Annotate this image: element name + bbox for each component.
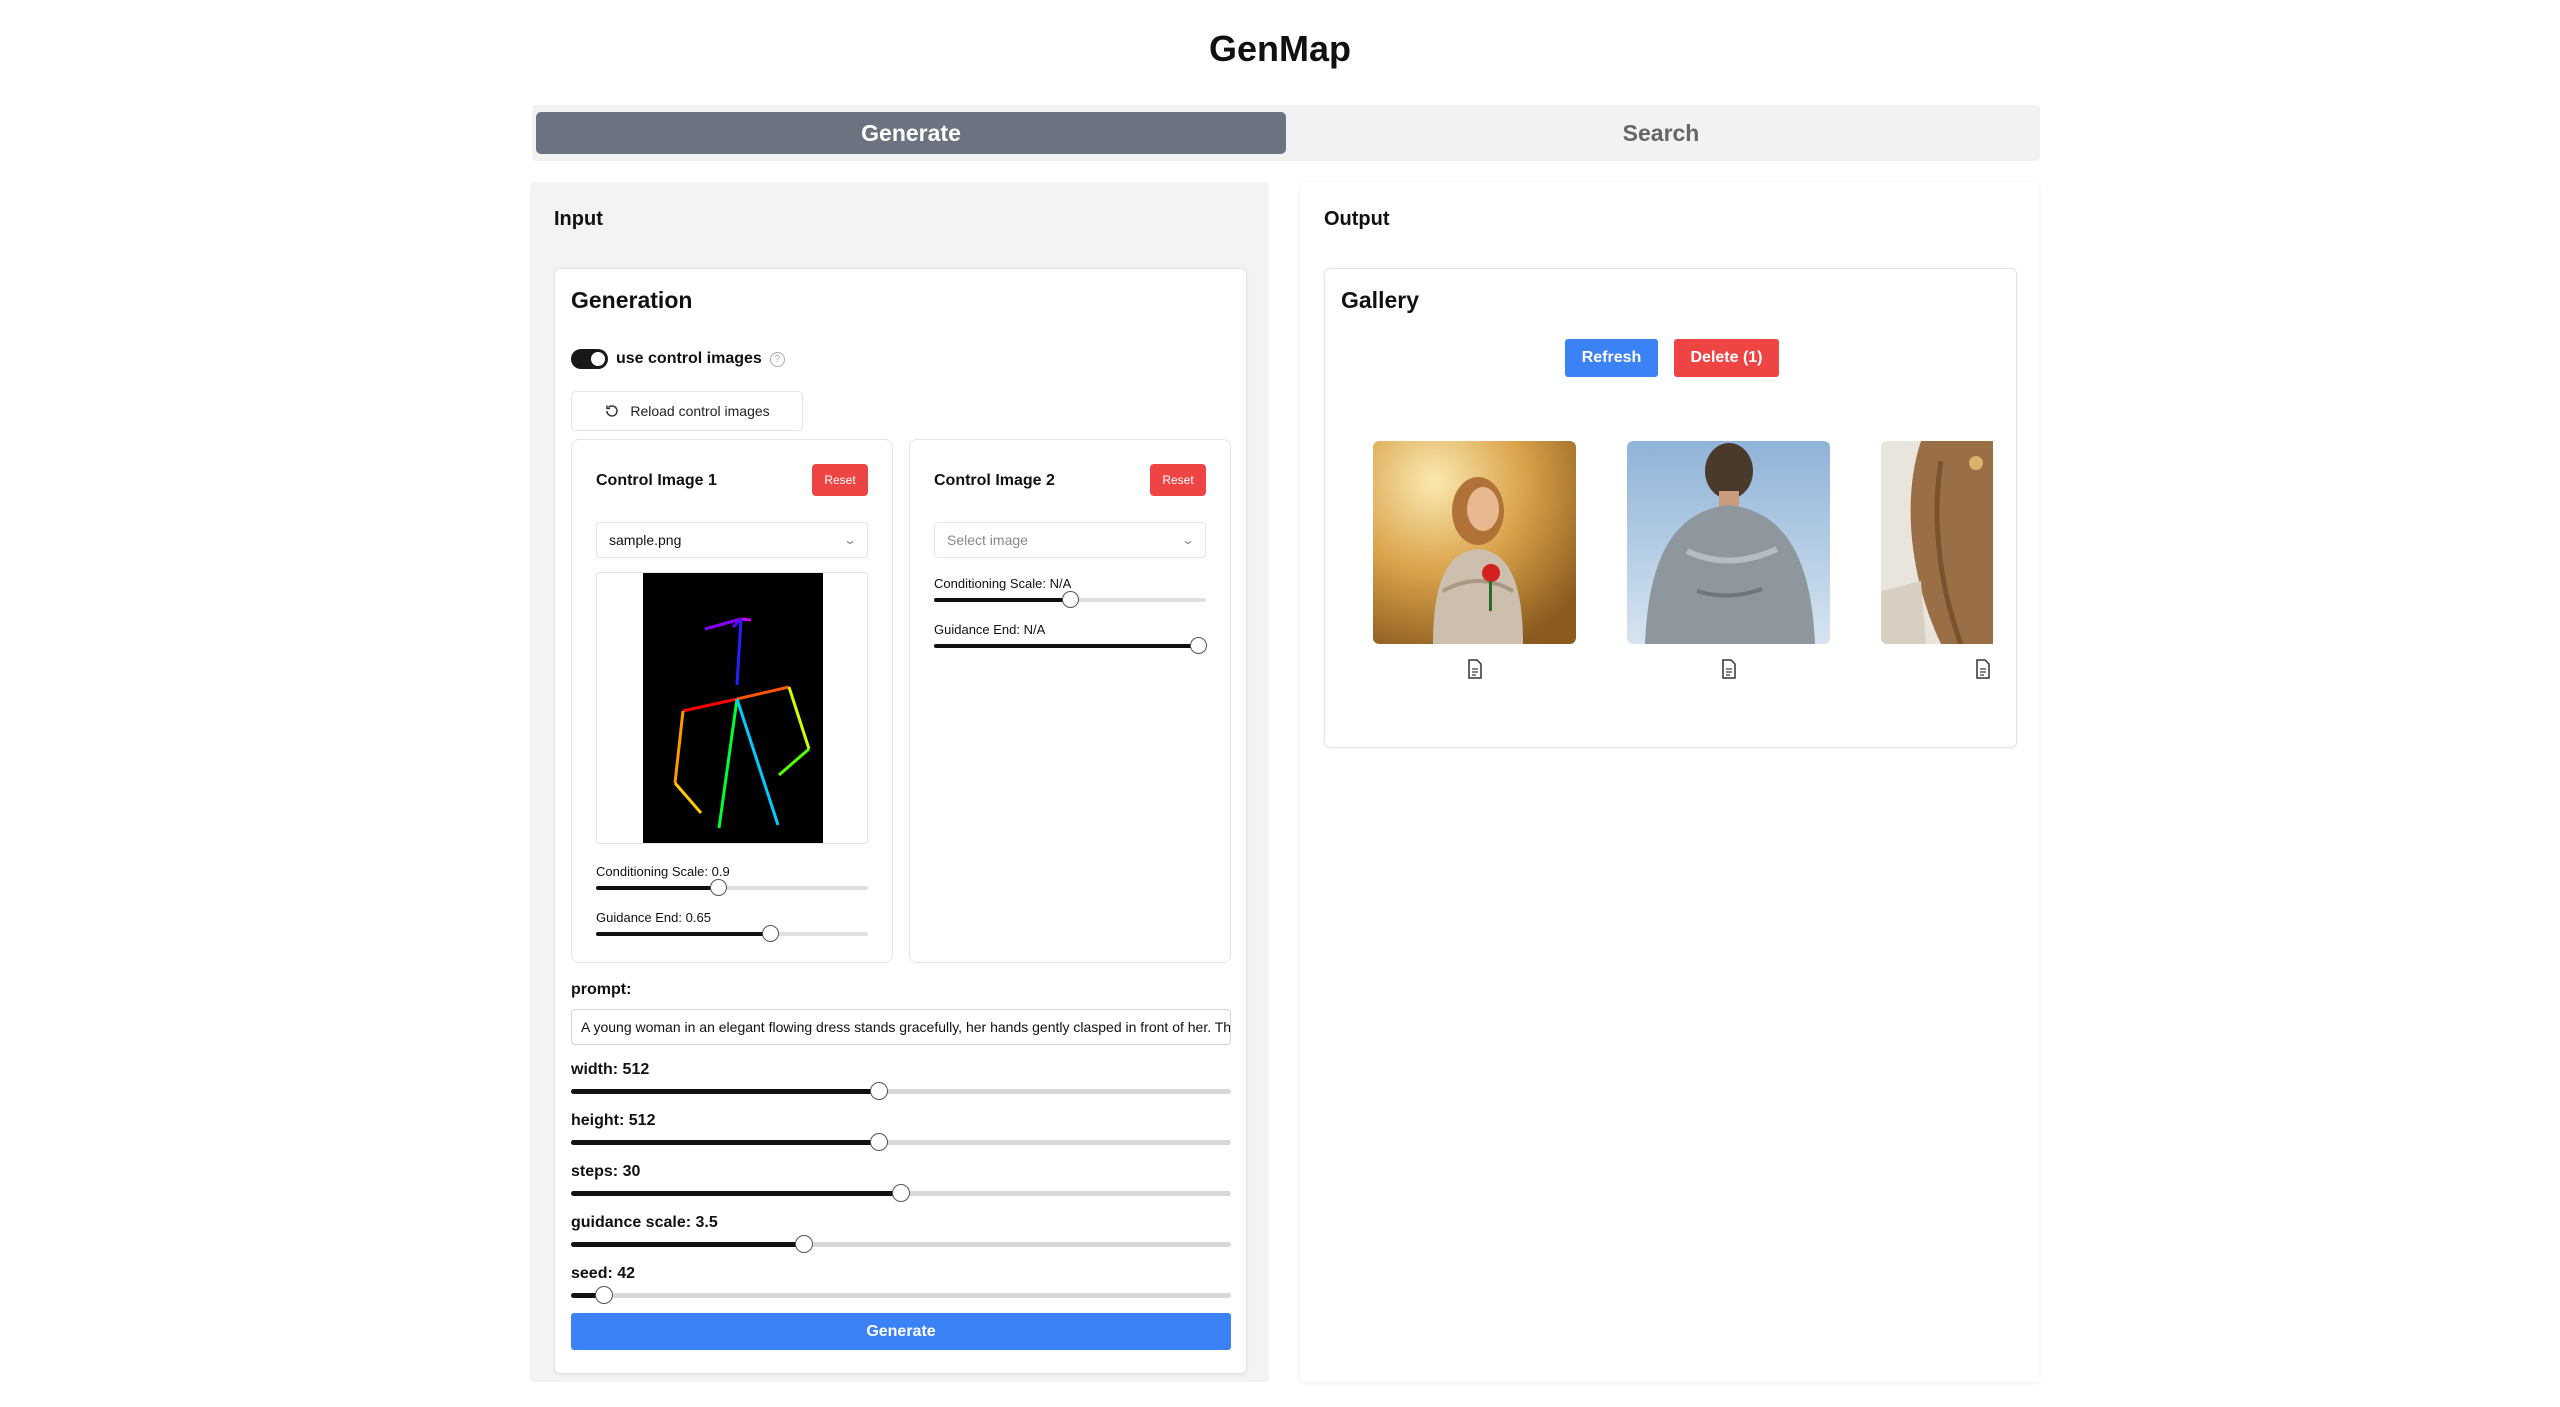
document-icon[interactable]	[1975, 659, 1991, 679]
width-slider[interactable]	[571, 1082, 1231, 1100]
control-image-1-card: Control Image 1 Reset sample.png ⌄ Condi…	[571, 439, 893, 963]
slider-thumb[interactable]	[710, 879, 728, 896]
control-image-1-selected: sample.png	[609, 532, 682, 548]
height-slider[interactable]	[571, 1133, 1231, 1151]
chevron-down-icon: ⌄	[842, 533, 858, 547]
use-control-images-toggle[interactable]	[571, 349, 608, 369]
input-panel-title: Input	[554, 208, 603, 230]
slider-fill	[596, 886, 719, 890]
slider-thumb[interactable]	[762, 925, 780, 942]
delete-button[interactable]: Delete (1)	[1674, 339, 1779, 377]
input-panel: Input Generation use control images ? Re…	[530, 182, 1269, 1382]
app-title: GenMap	[1208, 28, 1351, 69]
slider-fill	[571, 1089, 880, 1094]
slider-thumb[interactable]	[794, 1235, 813, 1253]
generation-card: Generation use control images ? Reload c…	[554, 268, 1247, 1374]
control-image-2-conditioning-label: Conditioning Scale: N/A	[934, 576, 1072, 591]
gallery-title: Gallery	[1341, 287, 1419, 313]
control-image-2-guidance-end-slider[interactable]	[934, 637, 1207, 654]
slider-fill	[571, 1191, 901, 1196]
chevron-down-icon: ⌄	[1180, 533, 1196, 547]
control-image-1-preview	[596, 572, 868, 844]
tab-search[interactable]: Search	[1286, 112, 2036, 154]
slider-thumb[interactable]	[870, 1082, 889, 1100]
control-image-2-placeholder: Select image	[947, 532, 1028, 548]
control-image-2-select[interactable]: Select image ⌄	[934, 522, 1206, 558]
control-image-1-guidance-end-slider[interactable]	[596, 925, 868, 942]
slider-thumb[interactable]	[595, 1286, 613, 1304]
control-image-2-conditioning-slider[interactable]	[934, 591, 1206, 608]
control-image-1-title: Control Image 1	[596, 472, 717, 489]
steps-label: steps: 30	[571, 1163, 641, 1180]
pose-skeleton-image	[643, 573, 823, 843]
generate-button[interactable]: Generate	[571, 1313, 1231, 1350]
help-icon[interactable]: ?	[769, 351, 785, 367]
gallery-thumbnail[interactable]	[1627, 441, 1830, 644]
reload-control-images-button[interactable]: Reload control images	[571, 391, 803, 431]
gallery-card: Gallery Refresh Delete (1)	[1324, 268, 2017, 748]
control-image-1-reset-button[interactable]: Reset	[812, 464, 868, 496]
control-image-2-guidance-end-label: Guidance End: N/A	[934, 622, 1046, 637]
guidance-scale-slider[interactable]	[571, 1235, 1231, 1253]
slider-thumb[interactable]	[1062, 591, 1079, 608]
slider-fill	[934, 644, 1198, 648]
slider-thumb[interactable]	[870, 1133, 889, 1151]
prompt-input[interactable]: A young woman in an elegant flowing dres…	[571, 1009, 1231, 1045]
gallery-thumbnail[interactable]	[1881, 441, 1993, 644]
reload-label: Reload control images	[630, 403, 770, 419]
generation-title: Generation	[571, 287, 693, 313]
gallery-carousel[interactable]	[1373, 441, 1993, 701]
slider-fill	[571, 1242, 804, 1247]
slider-thumb[interactable]	[892, 1184, 910, 1202]
tab-bar: Generate Search	[532, 105, 2040, 161]
document-icon[interactable]	[1721, 659, 1737, 679]
output-panel-title: Output	[1324, 208, 1390, 230]
use-control-images-row: use control images ?	[571, 349, 785, 369]
steps-slider[interactable]	[571, 1184, 1231, 1202]
output-panel: Output Gallery Refresh Delete (1)	[1300, 182, 2039, 1382]
slider-thumb[interactable]	[1189, 637, 1207, 654]
control-image-2-card: Control Image 2 Reset Select image ⌄ Con…	[909, 439, 1231, 963]
guidance-scale-label: guidance scale: 3.5	[571, 1214, 718, 1231]
slider-fill	[934, 598, 1070, 602]
slider-fill	[596, 932, 771, 936]
slider-fill	[571, 1140, 880, 1145]
refresh-button[interactable]: Refresh	[1565, 339, 1658, 377]
control-image-2-reset-button[interactable]: Reset	[1150, 464, 1206, 496]
width-label: width: 512	[571, 1061, 650, 1078]
prompt-value: A young woman in an elegant flowing dres…	[581, 1019, 1231, 1035]
gallery-thumbnail[interactable]	[1373, 441, 1576, 644]
height-label: height: 512	[571, 1112, 656, 1129]
control-image-1-conditioning-slider[interactable]	[596, 879, 868, 896]
tab-generate[interactable]: Generate	[536, 112, 1286, 154]
control-image-2-title: Control Image 2	[934, 472, 1055, 489]
prompt-label: prompt:	[571, 981, 632, 998]
use-control-images-label: use control images	[616, 350, 762, 367]
document-icon[interactable]	[1467, 659, 1483, 679]
control-image-1-guidance-end-label: Guidance End: 0.65	[596, 910, 711, 925]
seed-slider[interactable]	[571, 1286, 1231, 1304]
reload-icon	[606, 405, 619, 417]
control-image-1-conditioning-label: Conditioning Scale: 0.9	[596, 864, 730, 879]
control-image-1-select[interactable]: sample.png ⌄	[596, 522, 868, 558]
seed-label: seed: 42	[571, 1265, 636, 1282]
